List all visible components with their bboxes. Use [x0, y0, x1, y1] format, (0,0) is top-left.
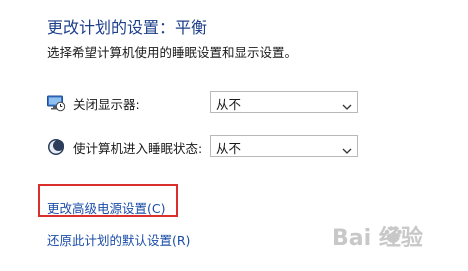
baidu-paw-icon [382, 224, 404, 246]
page-subtitle: 选择希望计算机使用的睡眠设置和显示设置。 [47, 45, 298, 60]
watermark: Bai 经验 [332, 220, 460, 262]
chevron-down-icon [341, 97, 353, 110]
page-title: 更改计划的设置：平衡 [47, 18, 208, 37]
sleep-selected-value: 从不 [216, 141, 242, 156]
monitor-clock-icon [46, 93, 66, 113]
restore-defaults-link[interactable]: 还原此计划的默认设置(R) [47, 230, 190, 249]
display-off-select[interactable]: 从不 [210, 91, 358, 113]
sleep-select[interactable]: 从不 [210, 135, 358, 157]
advanced-power-settings-link[interactable]: 更改高级电源设置(C) [47, 198, 165, 217]
sleep-label: 使计算机进入睡眠状态: [73, 141, 203, 156]
display-off-label: 关闭显示器: [73, 97, 140, 112]
sleep-moon-icon [46, 137, 66, 157]
display-off-selected-value: 从不 [216, 97, 242, 112]
chevron-down-icon [341, 141, 353, 154]
watermark-text: Bai 经验 [332, 226, 423, 251]
